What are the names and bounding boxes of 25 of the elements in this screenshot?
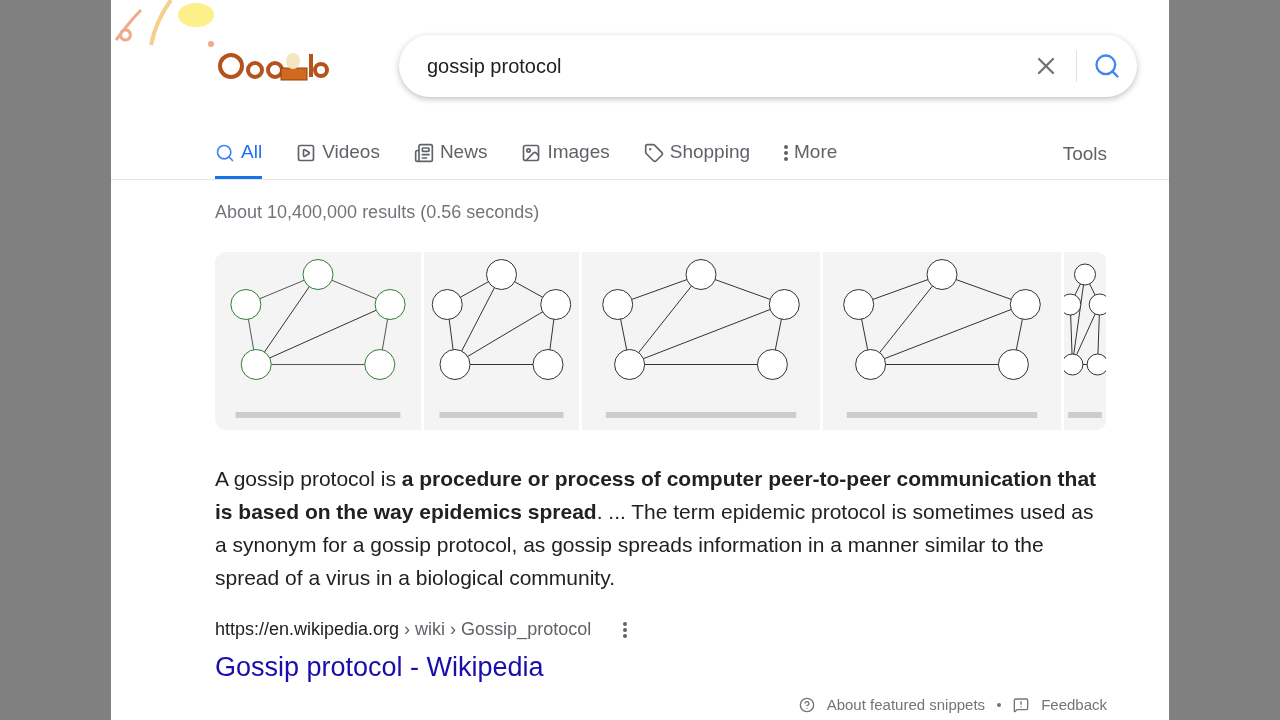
snippet-text: A gossip protocol is a procedure or process of computer peer-to-peer communication that is based on the way epidemics spread. ... The term epidemic protocol is sometimes used as a synonym for a gossip protocol, as gossip spreads information in a manner similar to the spread of a virus in a biological community. — [215, 466, 1098, 591]
search-icon — [215, 142, 235, 163]
tab[interactable]: Shopping — [643, 129, 750, 179]
image-icon — [521, 142, 542, 163]
video-icon — [296, 142, 317, 163]
tab[interactable]: More — [784, 129, 838, 179]
tab[interactable]: Images — [521, 129, 610, 179]
tag-icon — [643, 142, 664, 163]
tab[interactable]: News — [413, 129, 488, 179]
feedback-icon — [1013, 696, 1030, 713]
footer-link[interactable]: Feedback — [1041, 693, 1107, 716]
search-icon[interactable] — [1093, 52, 1121, 80]
breadcrumb: › wiki › Gossip_protocol — [403, 618, 592, 642]
help-icon — [798, 696, 815, 713]
footer-link[interactable]: About featured snippets — [826, 693, 986, 716]
more-icon — [784, 144, 788, 161]
tab[interactable]: All — [215, 129, 263, 179]
result-title-link[interactable]: Gossip protocol - Wikipedia — [215, 647, 544, 688]
search-field[interactable]: gossip protocol — [427, 51, 1032, 81]
more-icon[interactable] — [623, 621, 628, 638]
tab[interactable]: Videos — [296, 129, 380, 179]
result-stats: About 10,400,000 results (0.56 seconds) — [215, 201, 541, 224]
news-icon — [413, 142, 434, 163]
tools-button[interactable]: Tools — [1062, 129, 1107, 179]
result-url[interactable]: https://en.wikipedia.org — [215, 616, 400, 643]
